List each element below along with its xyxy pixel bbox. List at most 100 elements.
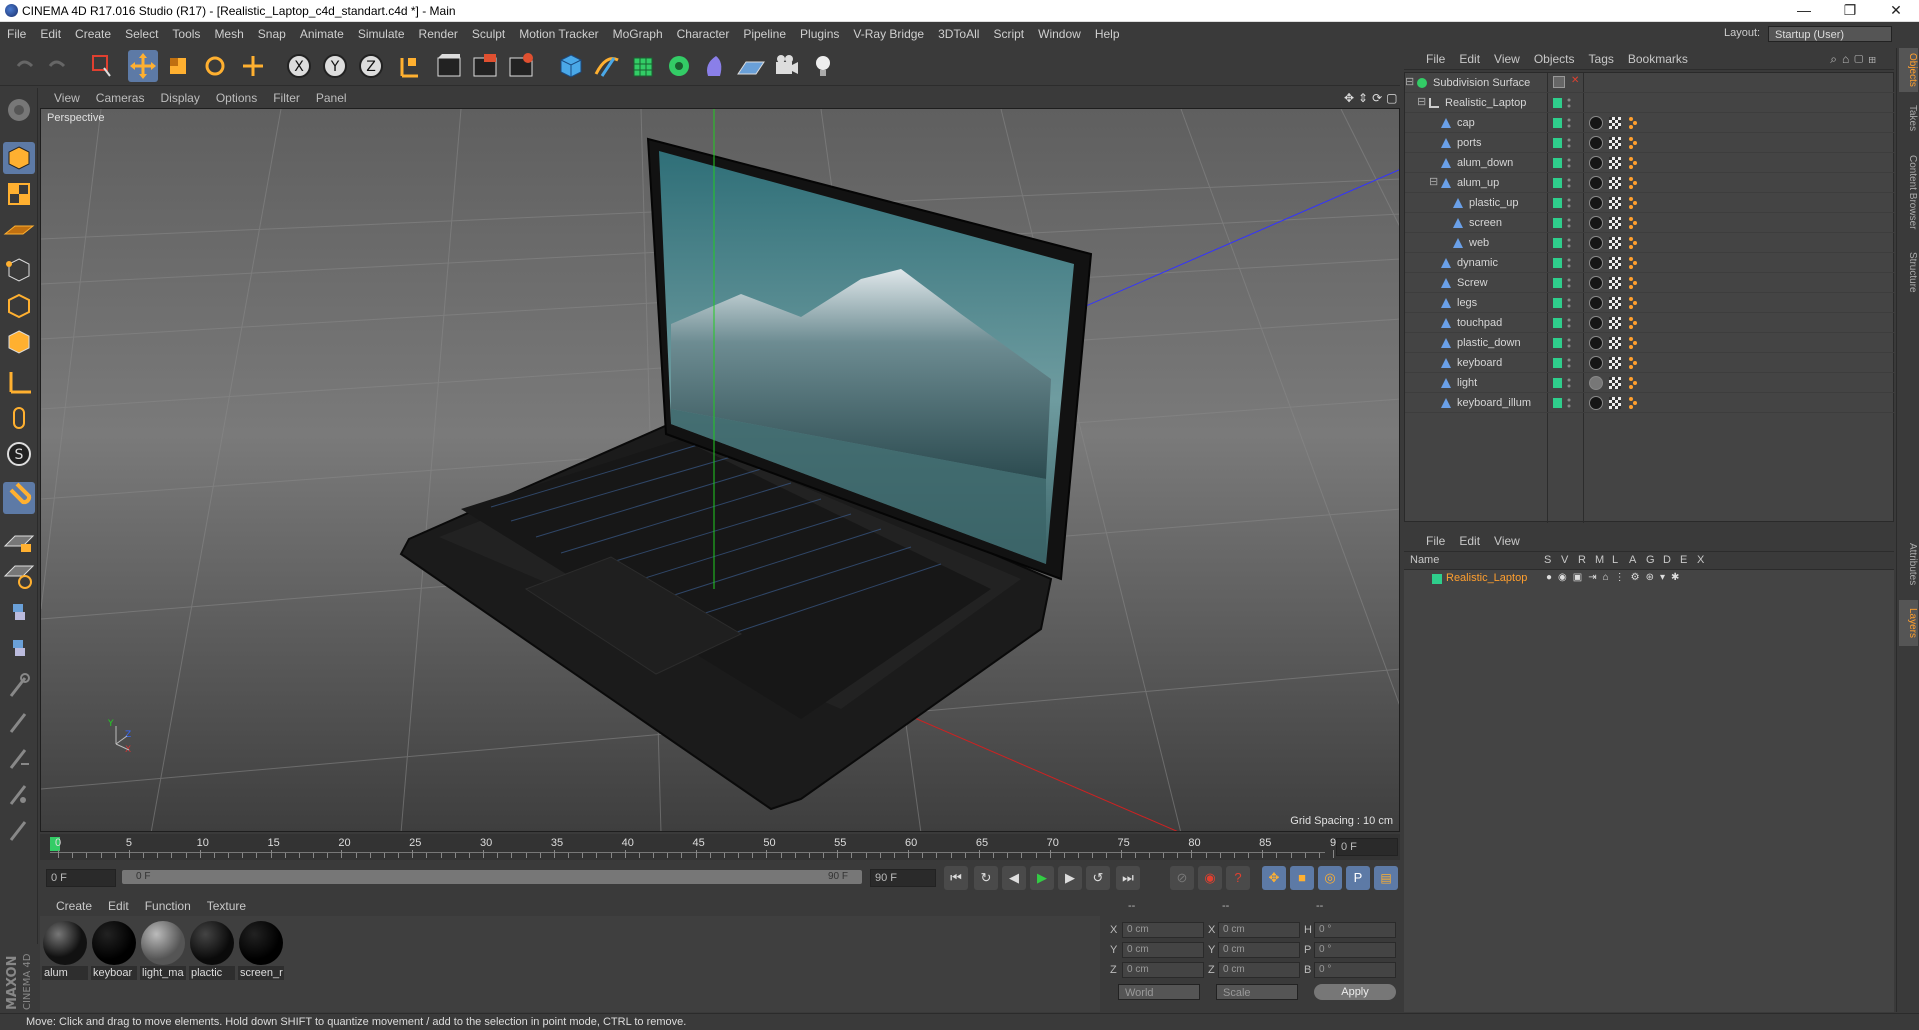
- visibility-dots-icon[interactable]: [1567, 176, 1571, 190]
- layer-col-header[interactable]: R: [1578, 554, 1586, 566]
- material-tag-icon[interactable]: [1589, 396, 1603, 410]
- light-icon[interactable]: [808, 50, 838, 82]
- record-disabled-icon[interactable]: ⊘: [1170, 866, 1194, 890]
- sculpt-pull-icon[interactable]: [3, 706, 35, 738]
- rotation-b-field[interactable]: 0 °: [1314, 962, 1396, 978]
- layer-name[interactable]: Realistic_Laptop: [1446, 572, 1527, 584]
- make-editable-icon[interactable]: [3, 94, 35, 126]
- visibility-dots-icon[interactable]: [1567, 116, 1571, 130]
- grid-lock-icon[interactable]: [3, 524, 35, 556]
- rotate-tool-icon[interactable]: [200, 50, 230, 82]
- close-button[interactable]: ✕: [1873, 0, 1919, 22]
- menu-tools[interactable]: Tools: [165, 23, 207, 45]
- layer-color-tag[interactable]: [1553, 178, 1562, 188]
- layer-color-tag[interactable]: [1553, 138, 1562, 148]
- edges-mode-icon[interactable]: [3, 290, 35, 322]
- previous-frame-icon[interactable]: ◀: [1002, 866, 1026, 890]
- menu-character[interactable]: Character: [670, 23, 737, 45]
- position-x-field[interactable]: 0 cm: [1122, 922, 1204, 938]
- viewport-menu-display[interactable]: Display: [152, 88, 207, 108]
- menu-mograph[interactable]: MoGraph: [606, 23, 670, 45]
- object-row[interactable]: keyboard: [1405, 353, 1895, 373]
- menu-select[interactable]: Select: [118, 23, 165, 45]
- coordinate-space-dropdown[interactable]: World: [1118, 984, 1200, 1000]
- material-swatch[interactable]: light_ma: [140, 920, 186, 980]
- object-row[interactable]: Screw: [1405, 273, 1895, 293]
- phong-tag-icon[interactable]: [1627, 256, 1639, 270]
- expand-toggle-icon[interactable]: ⊟: [1405, 75, 1414, 88]
- material-menu-edit[interactable]: Edit: [100, 896, 137, 916]
- layer-color-tag[interactable]: [1553, 218, 1562, 228]
- menu-simulate[interactable]: Simulate: [351, 23, 412, 45]
- viewport-menu-filter[interactable]: Filter: [265, 88, 308, 108]
- uvw-tag-icon[interactable]: [1609, 157, 1621, 169]
- menu-file[interactable]: File: [0, 23, 33, 45]
- workplane-icon[interactable]: [3, 214, 35, 246]
- layer-col-header[interactable]: X: [1697, 554, 1704, 566]
- next-frame-icon[interactable]: ▶: [1058, 866, 1082, 890]
- next-key-icon[interactable]: ↺: [1086, 866, 1110, 890]
- start-frame-field[interactable]: 0 F: [46, 869, 116, 887]
- tweak-mode-icon[interactable]: [3, 402, 35, 434]
- object-manager-search-icon[interactable]: ⌕⌂▢⊞: [1823, 48, 1888, 70]
- material-tag-icon[interactable]: [1589, 356, 1603, 370]
- end-frame-field[interactable]: 90 F: [870, 869, 936, 887]
- object-row[interactable]: alum_down: [1405, 153, 1895, 173]
- material-tag-icon[interactable]: [1589, 236, 1603, 250]
- menu-window[interactable]: Window: [1031, 23, 1088, 45]
- move-tool-icon[interactable]: [128, 50, 158, 82]
- grid-axis-icon[interactable]: [3, 560, 35, 592]
- expand-toggle-icon[interactable]: ⊟: [1417, 95, 1426, 108]
- visibility-dots-icon[interactable]: [1567, 396, 1571, 410]
- maximize-button[interactable]: ❐: [1827, 0, 1873, 22]
- layer-color-tag[interactable]: [1553, 338, 1562, 348]
- layout-dropdown[interactable]: Startup (User): [1768, 26, 1892, 42]
- phong-tag-icon[interactable]: [1627, 376, 1639, 390]
- menu-create[interactable]: Create: [68, 23, 118, 45]
- side-tab-layers[interactable]: Layers: [1899, 600, 1918, 646]
- menu-sculpt[interactable]: Sculpt: [465, 23, 512, 45]
- material-tag-icon[interactable]: [1589, 296, 1603, 310]
- material-tag-icon[interactable]: [1589, 116, 1603, 130]
- python-icon[interactable]: [3, 596, 35, 628]
- y-axis-lock-icon[interactable]: Y: [320, 50, 350, 82]
- layer-col-header[interactable]: L: [1612, 554, 1618, 566]
- layer-col-header[interactable]: D: [1663, 554, 1671, 566]
- phong-tag-icon[interactable]: [1627, 196, 1639, 210]
- object-row[interactable]: plastic_down: [1405, 333, 1895, 353]
- layer-color-tag[interactable]: [1553, 298, 1562, 308]
- rotation-p-field[interactable]: 0 °: [1314, 942, 1396, 958]
- layer-toggle-icons[interactable]: ●◉▣⇥⌂⋮⚙⊛▾✱: [1546, 572, 1685, 583]
- phong-tag-icon[interactable]: [1627, 216, 1639, 230]
- visibility-dots-icon[interactable]: [1567, 236, 1571, 250]
- visibility-dots-icon[interactable]: [1567, 256, 1571, 270]
- expand-toggle-icon[interactable]: ⊟: [1429, 175, 1438, 188]
- menu-help[interactable]: Help: [1088, 23, 1127, 45]
- menu-mesh[interactable]: Mesh: [207, 23, 250, 45]
- material-tag-icon[interactable]: [1589, 136, 1603, 150]
- size-mode-dropdown[interactable]: Scale: [1216, 984, 1298, 1000]
- side-tab-structure[interactable]: Structure: [1899, 244, 1918, 300]
- undo-icon[interactable]: [10, 50, 40, 82]
- key-position-icon[interactable]: ✥: [1262, 866, 1286, 890]
- side-tab-takes[interactable]: Takes: [1899, 100, 1918, 136]
- viewport-menu-options[interactable]: Options: [208, 88, 265, 108]
- enable-checkbox[interactable]: [1553, 76, 1565, 88]
- layer-color-swatch[interactable]: [1432, 574, 1442, 584]
- material-tag-icon[interactable]: [1589, 176, 1603, 190]
- material-menu-function[interactable]: Function: [137, 896, 199, 916]
- material-menu-texture[interactable]: Texture: [199, 896, 254, 916]
- visibility-dots-icon[interactable]: [1567, 216, 1571, 230]
- phong-tag-icon[interactable]: [1627, 316, 1639, 330]
- python-icon-2[interactable]: [3, 632, 35, 664]
- object-menu-tags[interactable]: Tags: [1582, 48, 1621, 70]
- timeline-window-icon[interactable]: ▤: [1374, 866, 1398, 890]
- material-swatch[interactable]: plactic: [189, 920, 235, 980]
- layer-color-tag[interactable]: [1553, 198, 1562, 208]
- uvw-tag-icon[interactable]: [1609, 137, 1621, 149]
- object-menu-edit[interactable]: Edit: [1452, 48, 1487, 70]
- object-row[interactable]: legs: [1405, 293, 1895, 313]
- uvw-tag-icon[interactable]: [1609, 357, 1621, 369]
- viewport-menu-panel[interactable]: Panel: [308, 88, 355, 108]
- viewport-menu-cameras[interactable]: Cameras: [88, 88, 153, 108]
